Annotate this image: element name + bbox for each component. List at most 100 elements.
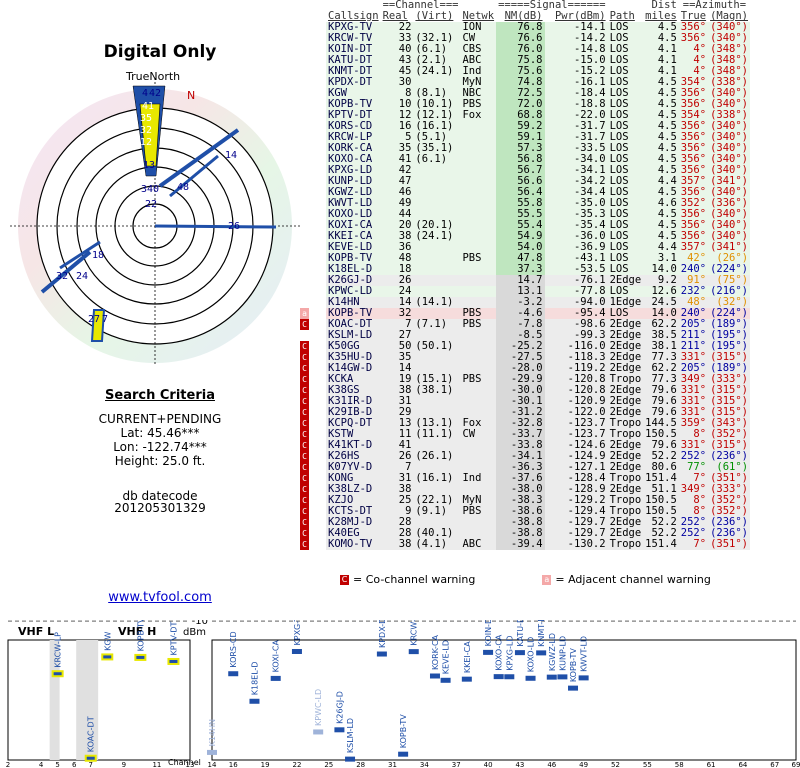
warning-legend: C = Co-channel warning a = Adjacent channe… [340, 573, 711, 586]
network-cell: PBS [460, 253, 497, 264]
co-channel-legend-text: = Co-channel warning [353, 573, 476, 586]
compass-label-27: 27 [88, 314, 100, 325]
x-tick-label: 31 [388, 761, 397, 768]
db-datecode-value: 201205301329 [114, 501, 206, 515]
station-marker [440, 677, 451, 683]
station-label: KOXO-CA [495, 634, 504, 671]
miles-cell: 151.4 [643, 538, 679, 550]
station-marker [514, 650, 525, 656]
co-channel-warning-icon: C [300, 506, 309, 517]
co-channel-warning-icon: C [300, 385, 309, 396]
co-channel-warning-icon: C [300, 517, 309, 528]
station-label: KUNP-LD [558, 636, 567, 671]
x-tick-label: 46 [547, 761, 556, 768]
station-label: KPWC-LD [314, 689, 323, 726]
network-cell [460, 231, 497, 242]
network-cell: CW [460, 429, 497, 440]
power-cell: -130.2 [544, 539, 608, 550]
network-cell: PBS [460, 506, 497, 517]
x-tick-label: 4 [39, 761, 44, 768]
station-label: KSLM-LD [346, 718, 355, 753]
x-tick-label: 2 [6, 761, 10, 768]
x-tick-label: 67 [770, 761, 779, 768]
compass-label-41: 41 [142, 101, 154, 112]
tvfool-link[interactable]: www.tvfool.com [0, 590, 320, 605]
station-marker [376, 651, 387, 657]
co-channel-warning-icon: C [300, 407, 309, 418]
virtual-channel-cell: (24.1) [413, 66, 461, 77]
callsign-cell[interactable]: KOMO-TV [326, 539, 381, 550]
station-marker [334, 727, 345, 733]
compass-label-26: 26 [228, 221, 240, 232]
co-channel-warning-icon: C [300, 473, 309, 484]
station-marker [249, 698, 260, 704]
adjacent-legend-swatch: a [542, 575, 552, 585]
x-axis-label: Channel [168, 758, 201, 767]
page-title: Digital Only [103, 42, 217, 62]
station-label: KORS-CD [229, 631, 238, 667]
station-marker [51, 670, 64, 678]
network-cell [460, 385, 497, 396]
x-tick-label: 22 [292, 761, 301, 768]
station-marker [84, 754, 97, 762]
co-channel-warning-icon: C [300, 528, 309, 539]
compass-label-14: 14 [225, 150, 237, 161]
x-tick-label: 61 [707, 761, 716, 768]
station-marker [167, 657, 180, 665]
station-label: K14HN [208, 719, 217, 746]
y-axis-label: dBm [183, 627, 206, 638]
network-cell [460, 132, 497, 143]
network-cell: PBS [460, 319, 497, 330]
network-cell [460, 264, 497, 275]
left-panel: Digital Only 4 42 41 35 32 12 13 340 22 … [0, 0, 320, 620]
virtual-channel-cell: (50.1) [413, 341, 461, 352]
station-marker [483, 649, 494, 655]
network-cell [460, 275, 497, 286]
virtual-channel-cell [413, 187, 461, 198]
polar-plot: 4 42 41 35 32 12 13 340 22 14 48 26 18 3… [10, 70, 300, 366]
station-marker [134, 653, 147, 661]
x-tick-label: 25 [324, 761, 333, 768]
co-channel-warning-icon: C [300, 429, 309, 440]
network-cell [460, 176, 497, 187]
compass-label-340: 340 [141, 184, 159, 195]
station-label: KPTV-DT [169, 621, 178, 655]
virtual-channel-cell [413, 176, 461, 187]
station-label: KRCW-TV [410, 620, 419, 646]
x-tick-label: 52 [611, 761, 620, 768]
station-marker [313, 729, 324, 735]
network-cell [460, 143, 497, 154]
virtual-channel-cell: (16.1) [413, 473, 461, 484]
co-channel-warning-icon: C [300, 341, 309, 352]
virtual-channel-cell [413, 253, 461, 264]
network-cell [460, 209, 497, 220]
network-cell [460, 440, 497, 451]
nm-cell: -39.4 [496, 539, 545, 550]
compass-label-35: 35 [140, 113, 152, 124]
x-tick-label: 11 [152, 761, 161, 768]
compass-label-12: 12 [140, 137, 152, 148]
station-label: KATU-DT [516, 620, 525, 647]
network-cell [460, 121, 497, 132]
station-label: KOPB-TV [399, 714, 408, 748]
station-marker [101, 653, 114, 661]
station-marker [398, 751, 409, 757]
station-marker [525, 675, 536, 681]
station-label: K18EL-D [250, 661, 259, 695]
virtual-channel-cell: (14.1) [413, 297, 461, 308]
co-channel-warning-icon: C [300, 363, 309, 374]
virtual-channel-cell [413, 352, 461, 363]
co-channel-warning-icon: C [300, 352, 309, 363]
network-cell: Ind [460, 473, 497, 484]
station-label: KGW [103, 631, 112, 650]
magnetic-north-label: N [187, 89, 195, 102]
x-tick-label: 69 [792, 761, 800, 768]
x-tick-label: 28 [356, 761, 365, 768]
station-label: KOAC-DT [87, 716, 96, 752]
search-criteria-heading: Search Criteria [105, 388, 215, 403]
col-virt: (Virt) [415, 10, 454, 22]
station-label: KOPB-TV [136, 620, 145, 651]
station-marker [408, 649, 419, 655]
station-label: KPXG-TV [293, 620, 302, 645]
y-tick-label: -10 [192, 620, 208, 627]
